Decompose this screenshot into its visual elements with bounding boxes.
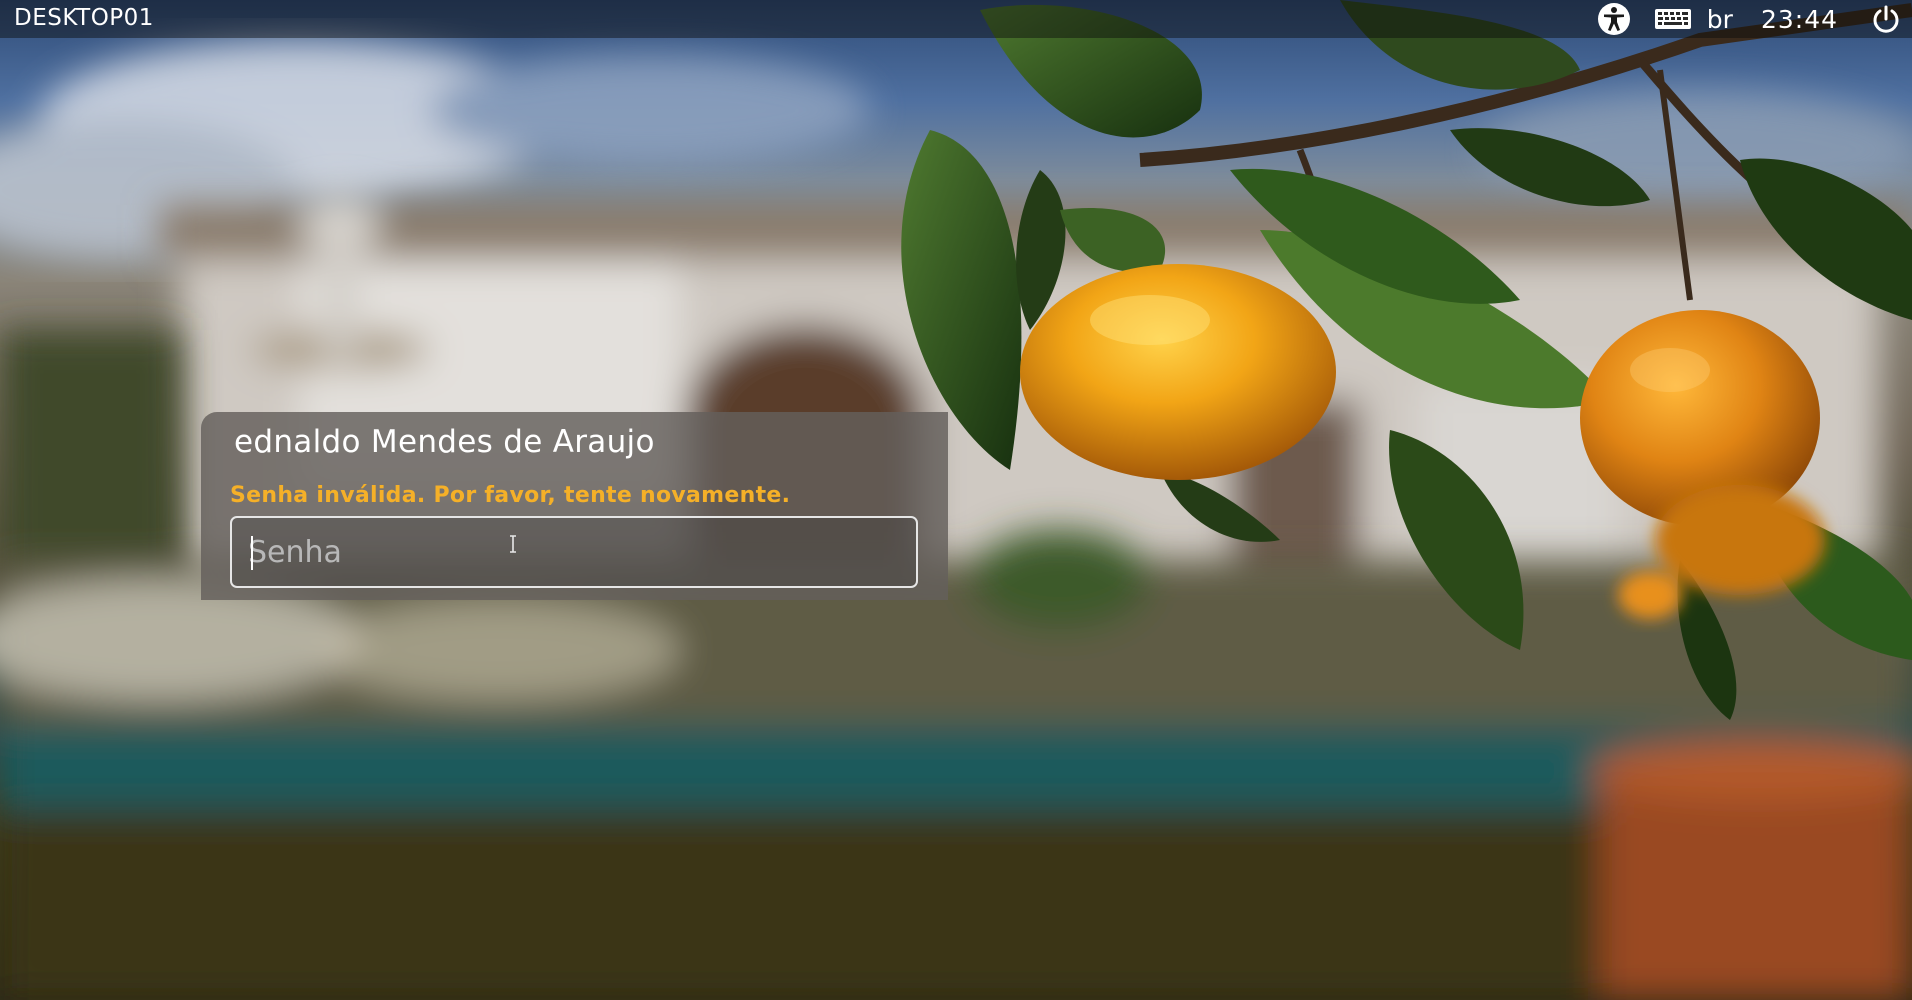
user-name-label[interactable]: ednaldo Mendes de Araujo xyxy=(234,424,655,460)
ibeam-cursor-icon xyxy=(508,535,518,557)
text-caret xyxy=(251,536,253,570)
power-icon[interactable] xyxy=(1868,0,1904,38)
accessibility-icon[interactable] xyxy=(1595,0,1633,38)
keyboard-icon[interactable] xyxy=(1653,0,1693,38)
clock-label[interactable]: 23:44 xyxy=(1761,0,1838,38)
keyboard-layout-label[interactable]: br xyxy=(1707,0,1733,38)
top-panel: DESKTOP01 br 23:44 xyxy=(0,0,1912,38)
password-input[interactable] xyxy=(248,528,888,576)
error-message: Senha inválida. Por favor, tente novamen… xyxy=(230,483,791,508)
indicator-area: br 23:44 xyxy=(1595,0,1912,38)
hostname-label: DESKTOP01 xyxy=(14,5,154,31)
password-field[interactable] xyxy=(230,516,918,588)
